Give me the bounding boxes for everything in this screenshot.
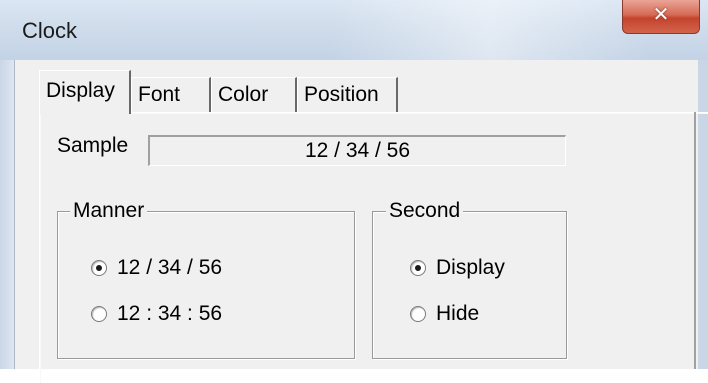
sample-label: Sample [57, 134, 129, 157]
radio-button[interactable] [91, 306, 107, 322]
manner-groupbox [57, 211, 355, 359]
tab-pane-right-edge [694, 112, 696, 369]
tab-font[interactable]: Font [131, 77, 211, 112]
tab-color[interactable]: Color [211, 77, 297, 112]
radio-button[interactable] [410, 306, 426, 322]
close-icon: ✕ [652, 2, 670, 26]
clock-dialog: Clock ✕ Display Font Color Position Samp… [0, 0, 708, 383]
second-option-hide[interactable]: Hide [410, 301, 479, 327]
window-left-border [0, 60, 14, 369]
sample-preview: 12 / 34 / 56 [148, 135, 566, 166]
manner-option-slash[interactable]: 12 / 34 / 56 [91, 255, 222, 281]
radio-button-checked[interactable] [410, 260, 426, 276]
tab-position[interactable]: Position [297, 77, 398, 112]
second-option-label: Hide [436, 302, 480, 325]
second-option-display[interactable]: Display [410, 255, 505, 281]
manner-option-label: 12 : 34 : 56 [117, 302, 223, 325]
manner-option-label: 12 / 34 / 56 [117, 256, 223, 279]
second-legend: Second [386, 199, 464, 223]
close-button[interactable]: ✕ [622, 0, 700, 34]
window-title: Clock [22, 18, 78, 43]
title-bar-sheen [330, 0, 650, 60]
radio-button-checked[interactable] [91, 260, 107, 276]
second-option-label: Display [436, 256, 505, 279]
second-groupbox [372, 211, 567, 359]
manner-option-colon[interactable]: 12 : 34 : 56 [91, 301, 222, 327]
tab-display[interactable]: Display [39, 70, 131, 114]
manner-legend: Manner [70, 199, 148, 223]
title-bar[interactable]: Clock ✕ [0, 0, 708, 60]
